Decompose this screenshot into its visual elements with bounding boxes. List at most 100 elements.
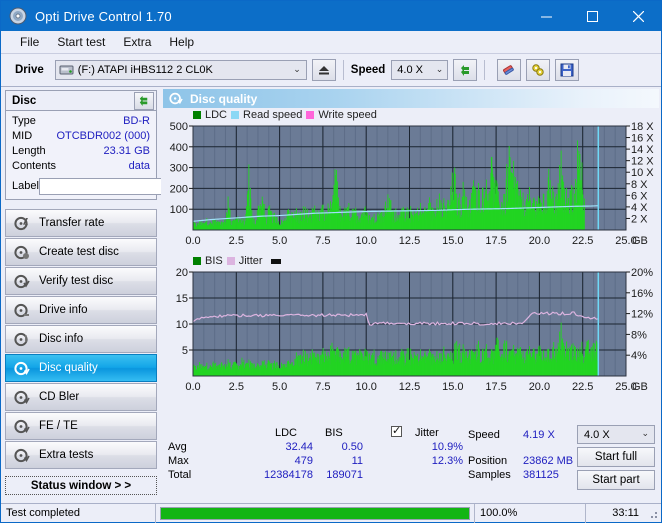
drive-icon [59,63,74,77]
left-panel: Disc Type BD-R MID OTCBDR002 (000) Lengt… [1,87,243,495]
drive-select[interactable]: (F:) ATAPI iHBS112 2 CL0K ⌄ [54,60,307,80]
stats-header-jitter: Jitter [415,427,439,439]
sidebar-item-label: Drive info [39,304,88,316]
status-message: Test completed [6,507,80,519]
start-part-button[interactable]: Start part [577,470,655,490]
quality-chart-svg[interactable]: 1002003004005002 X4 X6 X8 X10 X12 X14 X1… [163,108,659,250]
legend-swatch-jitter [226,257,235,265]
menu-item-help[interactable]: Help [160,33,203,51]
sidebar-item-extra-tests[interactable]: Extra tests [5,441,157,469]
sidebar-item-disc-quality[interactable]: Disc quality [5,354,157,382]
chevron-down-icon[interactable]: ⌄ [436,64,444,75]
disc-row-value: 23.31 GB [103,145,150,157]
sidebar-item-cd-bler[interactable]: CD Bler [5,383,157,411]
svg-text:22.5: 22.5 [572,235,593,247]
disc-row-key: Length [12,145,46,157]
save-button[interactable] [555,59,580,81]
svg-text:GB: GB [632,381,648,393]
app-window: Opti Drive Control 1.70 File Start test … [0,0,662,523]
stats-samples-value: 381125 [523,469,559,481]
jitter-chart-svg[interactable]: 5 10 15 20 4% 8% 12% 16% 20% 0.0 2.5 5.0 7.5 10.0 12.5… [163,254,659,397]
sidebar-item-transfer-rate[interactable]: Transfer rate [5,209,157,237]
sidebar-item-label: Extra tests [39,449,94,461]
chevron-down-icon[interactable]: ⌄ [293,64,301,75]
legend-swatch-write-speed [306,111,315,119]
sidebar-item-fe-te[interactable]: FE / TE [5,412,157,440]
stats-panel: LDC BIS Jitter Avg 32.44 0.50 10.9% Max … [163,424,659,490]
sidebar-item-label: Verify test disc [39,275,114,287]
elapsed-time: 33:11 [612,507,639,519]
stats-avg-bis: 0.50 [341,441,363,453]
sidebar-item-label: Disc quality [39,362,98,374]
disc-quality-icon [169,92,183,105]
svg-text:400: 400 [170,142,188,154]
svg-text:10.0: 10.0 [355,381,376,393]
erase-button[interactable] [497,59,522,81]
svg-text:12.5: 12.5 [399,381,420,393]
disc-rows: Type BD-R MID OTCBDR002 (000) Length 23.… [6,111,243,199]
disc-verify-icon [12,272,32,290]
menu-item-extra[interactable]: Extra [114,33,160,51]
svg-text:12 X: 12 X [631,156,654,168]
save-icon [560,63,574,77]
disc-row-key: MID [12,130,33,142]
stats-samples-label: Samples [468,469,511,481]
eject-button[interactable] [311,59,336,81]
disc-icon [9,7,27,25]
close-button[interactable] [615,1,661,31]
svg-text:300: 300 [170,163,188,175]
test-speed-select[interactable]: 4.0 X ⌄ [577,425,655,444]
disc-row-key: Type [12,115,36,127]
menu-item-file[interactable]: File [11,33,48,51]
chevron-down-icon[interactable]: ⌄ [641,428,649,439]
test-buttons: Transfer rate Create test disc Verify te… [5,209,157,469]
drive-value: (F:) ATAPI iHBS112 2 CL0K [77,64,213,76]
svg-text:20: 20 [176,267,188,279]
tools-button[interactable] [526,59,551,81]
disc-row-length: Length 23.31 GB [12,144,150,159]
menu-item-start-test[interactable]: Start test [48,33,114,51]
sidebar-item-disc-info[interactable]: Disc info [5,325,157,353]
disc-row-value: data [128,160,150,172]
disc-info-icon [12,330,32,348]
status-window-button[interactable]: Status window > > [5,476,157,495]
disc-speed-icon [12,214,32,232]
sidebar-item-label: Disc info [39,333,84,345]
speed-select[interactable]: 4.0 X ⌄ [391,60,449,80]
test-speed-value: 4.0 X [584,428,610,441]
svg-text:7.5: 7.5 [315,235,330,247]
title-bar: Opti Drive Control 1.70 [1,1,661,31]
svg-text:12.5: 12.5 [399,235,420,247]
disc-refresh-button[interactable] [134,91,154,110]
svg-text:20.0: 20.0 [529,235,550,247]
eraser-icon [503,65,515,75]
disc-row-key: Contents [12,160,57,172]
stats-max-bis: 11 [351,455,363,467]
resize-grip[interactable] [647,508,659,520]
stats-position-value: 23862 MB [523,455,574,467]
sidebar-item-drive-info[interactable]: Drive info [5,296,157,324]
disc-label-row: Label [12,177,243,195]
disc-row-contents: Contents data [12,159,150,174]
svg-text:16%: 16% [631,288,653,300]
svg-text:4 X: 4 X [631,202,648,214]
sidebar-item-verify-test-disc[interactable]: Verify test disc [5,267,157,295]
sidebar-item-label: Transfer rate [39,217,105,229]
main-body: Disc Type BD-R MID OTCBDR002 (000) Lengt… [1,87,661,495]
svg-text:2 X: 2 X [631,213,648,225]
stats-speed-label: Speed [468,429,500,441]
maximize-button[interactable] [569,1,615,31]
speed-value: 4.0 X [397,64,423,76]
jitter-chart: BIS Jitter 5 10 15 20 4% 8% 12% 16% 20% 0.0 2.5 5.0… [163,254,659,397]
sidebar-item-create-test-disc[interactable]: Create test disc [5,238,157,266]
svg-text:5: 5 [182,345,188,357]
minimize-button[interactable] [523,1,569,31]
jitter-checkbox[interactable] [391,424,402,438]
start-full-button[interactable]: Start full [577,447,655,467]
refresh-speed-button[interactable] [453,59,478,81]
svg-text:6 X: 6 X [631,190,648,202]
progress-bar [160,506,470,520]
drive-toolbar: Drive (F:) ATAPI iHBS112 2 CL0K ⌄ Speed … [1,54,661,87]
window-controls [523,1,661,31]
refresh-icon [139,95,148,106]
